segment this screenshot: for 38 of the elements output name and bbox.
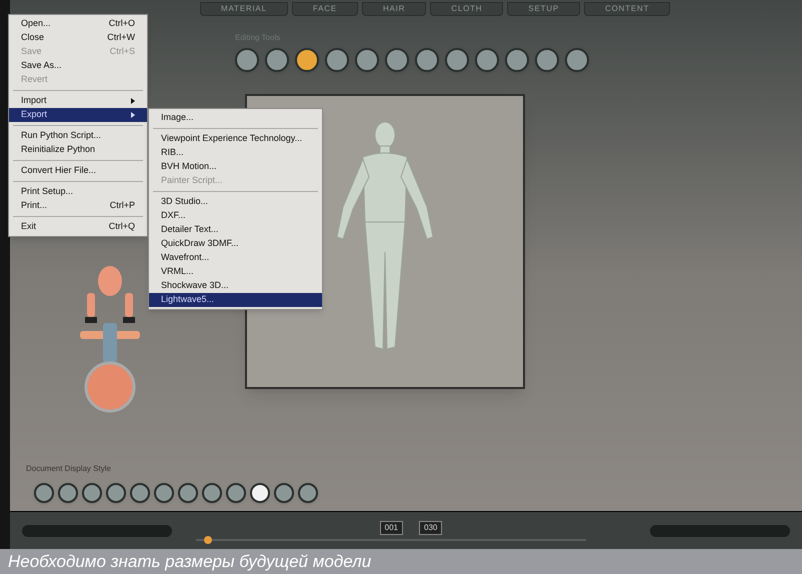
room-tab[interactable]: CONTENT <box>584 2 670 16</box>
menu-item[interactable]: Viewpoint Experience Technology... <box>149 132 322 146</box>
menu-item[interactable]: Save As... <box>9 59 147 73</box>
menu-item[interactable]: Print... Ctrl+P <box>9 199 147 213</box>
menu-item[interactable]: DXF... <box>149 209 322 223</box>
tool-button[interactable] <box>250 483 270 503</box>
menu-item[interactable]: 3D Studio... <box>149 195 322 209</box>
menu-item[interactable]: Detailer Text... <box>149 223 322 237</box>
menu-item[interactable]: Export <box>9 108 147 122</box>
menu-item[interactable]: RIB... <box>149 146 322 160</box>
menu-item[interactable]: Convert Hier File... <box>9 164 147 178</box>
submenu-arrow-icon <box>131 112 135 118</box>
menu-item[interactable]: Print Setup... <box>9 185 147 199</box>
submenu-arrow-icon <box>131 98 135 104</box>
frame-field[interactable]: 001 <box>380 520 403 534</box>
room-tab[interactable]: SETUP <box>507 2 580 16</box>
caption: Необходимо знать размеры будущей модели <box>0 549 802 574</box>
timeline-thumb[interactable] <box>204 536 212 544</box>
menu-item[interactable]: Import <box>9 94 147 108</box>
tool-button[interactable] <box>295 48 319 72</box>
menu-item[interactable]: Reinitialize Python <box>9 143 147 157</box>
room-tab[interactable]: FACE <box>292 2 358 16</box>
room-tab[interactable]: CLOTH <box>430 2 504 16</box>
menu-item[interactable]: Lightwave5... <box>149 293 322 307</box>
menu-item[interactable]: Wavefront... <box>149 251 322 265</box>
menu-item[interactable]: Close Ctrl+W <box>9 31 147 45</box>
menu-item[interactable]: VRML... <box>149 265 322 279</box>
menu-item[interactable]: BVH Motion... <box>149 160 322 174</box>
section-label: Document Display Style <box>26 463 111 475</box>
frame-field[interactable]: 030 <box>419 520 442 534</box>
menu-item[interactable]: Exit Ctrl+Q <box>9 220 147 234</box>
menu-item[interactable]: Run Python Script... <box>9 129 147 143</box>
menu-item[interactable]: QuickDraw 3DMF... <box>149 237 322 251</box>
menu-item[interactable]: Shockwave 3D... <box>149 279 322 293</box>
menu-item[interactable]: Open... Ctrl+O <box>9 17 147 31</box>
room-tab[interactable]: HAIR <box>362 2 426 16</box>
menu-item[interactable]: Image... <box>149 111 322 125</box>
room-tab[interactable]: MATERIAL <box>200 2 288 16</box>
